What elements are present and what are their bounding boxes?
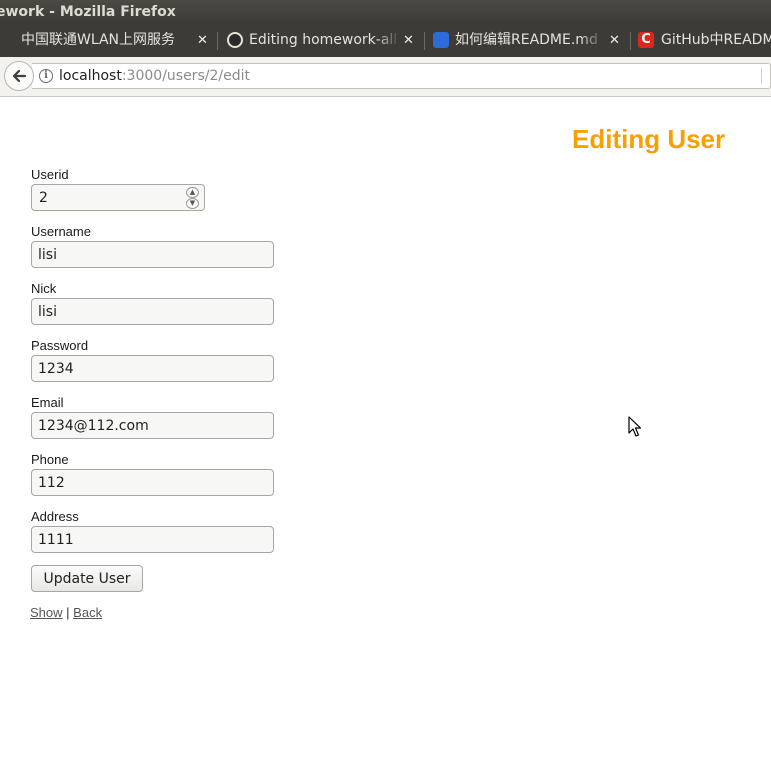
tab-readme[interactable]: 如何编辑README.md ✕	[425, 24, 630, 57]
address-label: Address	[31, 509, 79, 524]
mouse-cursor-icon	[628, 416, 642, 437]
tab-strip: 中国联通WLAN上网服务 ✕ Editing homework-all ✕ 如何…	[0, 24, 771, 57]
link-separator: |	[66, 605, 70, 620]
csdn-icon: C	[638, 32, 654, 48]
info-icon[interactable]: i	[39, 69, 53, 83]
url-path: :3000/users/2/edit	[121, 68, 250, 84]
userid-label: Userid	[31, 167, 69, 182]
tab-wlan[interactable]: 中国联通WLAN上网服务 ✕	[0, 24, 217, 57]
increment-icon[interactable]: ▲	[186, 187, 199, 198]
email-input[interactable]	[31, 412, 274, 439]
page-title: Editing User	[572, 124, 726, 154]
url-bar[interactable]: i localhost:3000/users/2/edit	[32, 63, 771, 89]
back-arrow-icon	[12, 69, 27, 83]
phone-label: Phone	[31, 452, 69, 467]
baidu-paw-icon	[433, 32, 449, 48]
username-input[interactable]	[31, 241, 274, 268]
url-text[interactable]: localhost:3000/users/2/edit	[59, 64, 250, 88]
tab-fade	[580, 24, 604, 57]
update-user-button[interactable]: Update User	[31, 565, 143, 592]
address-input[interactable]	[31, 526, 274, 553]
url-host: localhost	[59, 68, 122, 84]
github-icon	[227, 32, 243, 48]
nick-label: Nick	[31, 281, 57, 296]
tab-editing-homework[interactable]: Editing homework-all ✕	[218, 24, 423, 57]
userid-input[interactable]	[32, 185, 182, 210]
nick-input[interactable]	[31, 298, 274, 325]
show-link[interactable]: Show	[30, 605, 63, 620]
close-tab-icon[interactable]: ✕	[609, 24, 620, 57]
phone-input[interactable]	[31, 469, 274, 496]
decrement-icon[interactable]: ▼	[186, 198, 199, 209]
back-button[interactable]	[4, 61, 34, 91]
password-label: Password	[31, 338, 89, 353]
close-tab-icon[interactable]: ✕	[403, 24, 414, 57]
userid-field[interactable]: ▲ ▼	[31, 184, 205, 211]
username-label: Username	[31, 224, 91, 239]
tab-label: GitHub中READM	[661, 32, 771, 48]
tab-fade	[376, 24, 400, 57]
email-label: Email	[31, 395, 64, 410]
window-titlebar: ework - Mozilla Firefox	[0, 0, 771, 24]
tab-github-readme[interactable]: C GitHub中READM	[631, 24, 771, 57]
password-input[interactable]	[31, 355, 274, 382]
tab-label: 中国联通WLAN上网服务	[21, 32, 176, 48]
close-tab-icon[interactable]: ✕	[197, 24, 208, 57]
url-divider	[761, 68, 762, 84]
footer-links: Show | Back	[30, 605, 102, 620]
window-title: ework - Mozilla Firefox	[0, 4, 176, 20]
back-link[interactable]: Back	[73, 605, 102, 620]
navigation-bar: i localhost:3000/users/2/edit	[0, 57, 771, 97]
